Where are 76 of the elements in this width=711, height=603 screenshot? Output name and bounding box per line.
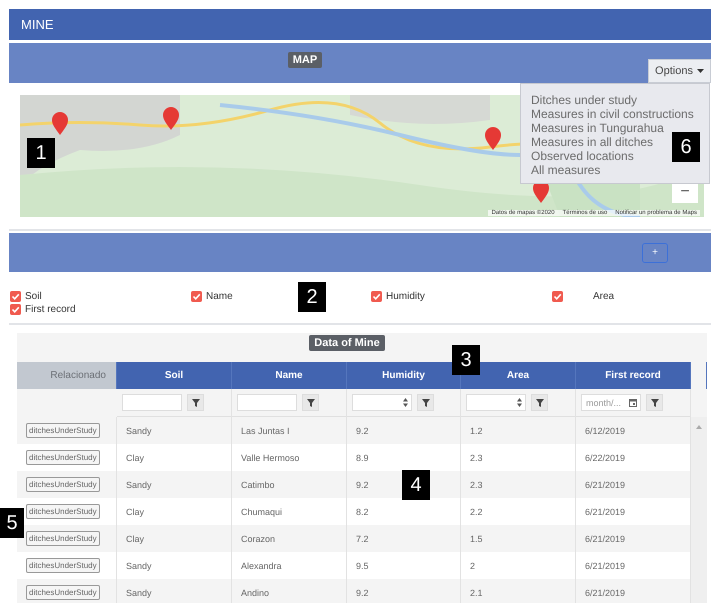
- table-cell: Valle Hermoso: [232, 444, 347, 471]
- related-button[interactable]: ditchesUnderStudy: [26, 531, 100, 546]
- checkbox-label: Humidity: [386, 291, 425, 302]
- callout-number: 2: [298, 282, 326, 312]
- table-cell: 8.2: [347, 498, 461, 525]
- add-button[interactable]: +: [642, 242, 668, 262]
- menu-item[interactable]: All measures: [531, 163, 600, 177]
- related-button[interactable]: ditchesUnderStudy: [26, 558, 100, 573]
- placeholder-text: month/...: [586, 398, 622, 408]
- table-cell: 2.2: [461, 498, 576, 525]
- table-cell: 6/21/2019: [576, 552, 691, 579]
- table-cell: Clay: [117, 498, 232, 525]
- filter-icon: [192, 398, 200, 406]
- filter-icon: [536, 398, 544, 406]
- checkbox[interactable]: [371, 291, 382, 302]
- checkbox[interactable]: [191, 291, 202, 302]
- table-cell: Sandy: [117, 552, 232, 579]
- related-button[interactable]: ditchesUnderStudy: [26, 423, 100, 438]
- column-header[interactable]: Soil: [117, 362, 232, 389]
- filter-button[interactable]: [646, 394, 663, 411]
- related-button[interactable]: ditchesUnderStudy: [26, 477, 100, 492]
- menu-item[interactable]: Measures in civil constructions: [531, 107, 694, 121]
- related-button[interactable]: ditchesUnderStudy: [26, 450, 100, 465]
- caret-icon: [696, 69, 704, 73]
- table-title: Data of Mine: [309, 335, 385, 351]
- menu-item[interactable]: Measures in Tungurahua: [531, 121, 664, 135]
- filter-button[interactable]: [187, 394, 204, 411]
- callout-number: 5: [0, 508, 24, 538]
- page-title: MINE: [21, 17, 54, 32]
- table-cell: 2: [461, 552, 576, 579]
- menu-item[interactable]: Observed locations: [531, 149, 634, 163]
- filter-button[interactable]: [417, 394, 434, 411]
- table-cell: 8.9: [347, 444, 461, 471]
- related-button[interactable]: ditchesUnderStudy: [26, 585, 100, 600]
- scrollbar[interactable]: [691, 417, 707, 603]
- table-cell: Alexandra: [232, 552, 347, 579]
- table-cell: Clay: [117, 444, 232, 471]
- filter-icon: [306, 398, 314, 406]
- column-header: Relacionado: [17, 362, 117, 389]
- filter-field[interactable]: [122, 394, 182, 411]
- column-header[interactable]: Name: [232, 362, 347, 389]
- table-cell: Chumaqui: [232, 498, 347, 525]
- panel-title: MAP: [288, 52, 322, 68]
- checkbox-label: Soil: [25, 291, 42, 302]
- scroll-up-icon: [696, 425, 702, 429]
- checkbox-label: Area: [593, 291, 614, 302]
- callout-number: 4: [402, 470, 430, 500]
- checkbox[interactable]: [552, 291, 563, 302]
- filter-field[interactable]: month/...: [581, 394, 641, 411]
- menu-item[interactable]: Ditches under study: [531, 93, 638, 107]
- table-cell: 6/21/2019: [576, 498, 691, 525]
- filter-button[interactable]: [531, 394, 548, 411]
- callout-number: 1: [27, 138, 55, 168]
- filter-field[interactable]: [466, 394, 526, 411]
- filter-icon: [422, 398, 430, 406]
- checkbox[interactable]: [10, 304, 21, 315]
- filter-field[interactable]: [352, 394, 412, 411]
- checkbox-label: Name: [206, 291, 233, 302]
- spinner-icon: [403, 398, 408, 407]
- callout-number: 3: [452, 345, 480, 375]
- checkbox-label: First record: [25, 304, 76, 315]
- menu-item[interactable]: Measures in all ditches: [531, 135, 654, 149]
- callout-number: 6: [672, 132, 700, 162]
- table-cell: 9.5: [347, 552, 461, 579]
- filter-button[interactable]: [302, 394, 319, 411]
- related-button[interactable]: ditchesUnderStudy: [26, 504, 100, 519]
- filter-field[interactable]: [237, 394, 297, 411]
- calendar-icon: [629, 398, 637, 406]
- column-header[interactable]: First record: [576, 362, 691, 389]
- table-cell: 2.3: [461, 444, 576, 471]
- spinner-icon: [517, 398, 522, 407]
- column-header[interactable]: Humidity: [347, 362, 461, 389]
- filter-icon: [650, 398, 658, 406]
- checkbox[interactable]: [10, 291, 21, 302]
- options-button[interactable]: Options: [648, 59, 711, 83]
- table-cell: 6/22/2019: [576, 444, 691, 471]
